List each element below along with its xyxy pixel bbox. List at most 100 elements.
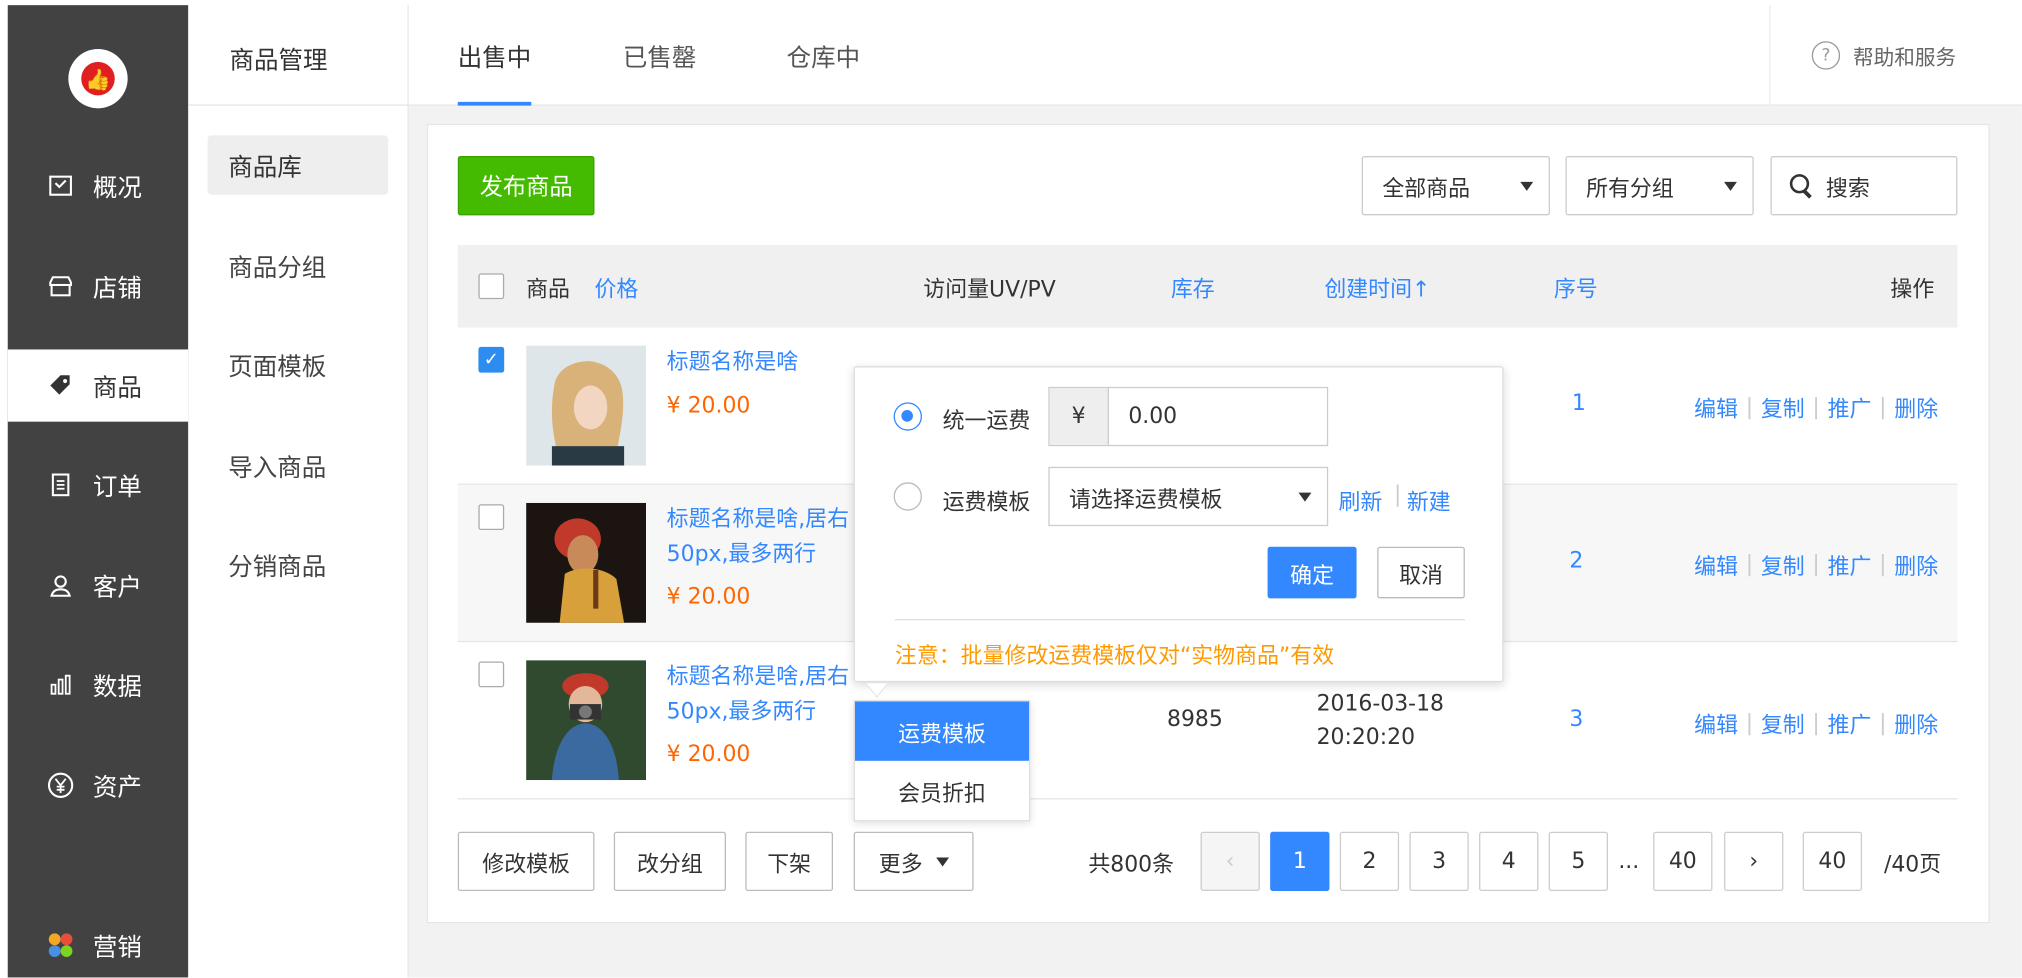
tag-icon xyxy=(46,371,74,399)
page-1-button[interactable]: 1 xyxy=(1270,831,1330,892)
edit-link[interactable]: 编辑 xyxy=(1694,548,1738,580)
publish-product-button[interactable]: 发布商品 xyxy=(457,156,595,216)
logo[interactable]: 👍 xyxy=(68,49,128,109)
product-title[interactable]: 标题名称是啥,居右 50px,最多两行 xyxy=(667,660,873,730)
chart-icon xyxy=(46,671,74,699)
page-3-button[interactable]: 3 xyxy=(1409,831,1469,892)
nav-item-assets[interactable]: 资产 xyxy=(8,749,189,821)
row-checkbox[interactable] xyxy=(478,504,505,530)
filter-group-label: 所有分组 xyxy=(1586,176,1674,202)
shipping-template-select[interactable]: 请选择运费模板 xyxy=(1048,466,1329,527)
template-shipping-radio[interactable] xyxy=(893,482,922,511)
nav-item-overview[interactable]: 概况 xyxy=(8,150,189,222)
delete-link[interactable]: 删除 xyxy=(1894,391,1938,423)
copy-link[interactable]: 复制 xyxy=(1761,391,1805,423)
header-stock[interactable]: 库存 xyxy=(1171,245,1215,328)
title-line: 50px,最多两行 xyxy=(666,541,817,568)
nav-item-orders[interactable]: 订单 xyxy=(8,449,189,521)
page-4-button[interactable]: 4 xyxy=(1479,831,1539,892)
nav-item-products[interactable]: 商品 xyxy=(7,349,189,422)
delete-link[interactable]: 删除 xyxy=(1894,548,1938,580)
help-link[interactable]: ? 帮助和服务 xyxy=(1769,5,2022,106)
table-header: 商品 价格 访问量UV/PV 库存 创建时间↑ 序号 操作 xyxy=(457,245,1958,328)
seq-value[interactable]: 2 xyxy=(1569,548,1583,574)
promote-link[interactable]: 推广 xyxy=(1828,707,1872,739)
nav-item-marketing[interactable]: 营销 xyxy=(8,909,189,977)
promote-link[interactable]: 推广 xyxy=(1828,548,1872,580)
header-price[interactable]: 价格 xyxy=(594,245,638,328)
promote-link[interactable]: 推广 xyxy=(1828,391,1872,423)
nav-item-data[interactable]: 数据 xyxy=(8,649,189,721)
edit-link[interactable]: 编辑 xyxy=(1694,707,1738,739)
more-label: 更多 xyxy=(878,851,923,878)
title-line: 标题名称是啥,居右 xyxy=(666,664,850,690)
nav-item-customers[interactable]: 客户 xyxy=(8,549,189,621)
marketing-icon xyxy=(46,931,74,959)
nav-label: 客户 xyxy=(92,573,142,602)
page-5-button[interactable]: 5 xyxy=(1548,831,1609,892)
product-title[interactable]: 标题名称是啥 xyxy=(667,346,873,381)
unlist-button[interactable]: 下架 xyxy=(745,831,834,892)
subnav-item-groups[interactable]: 商品分组 xyxy=(208,236,389,295)
delete-link[interactable]: 删除 xyxy=(1894,707,1938,739)
template-shipping-label: 运费模板 xyxy=(942,490,1031,516)
confirm-button[interactable]: 确定 xyxy=(1267,546,1357,599)
page-ellipsis: ... xyxy=(1618,848,1640,875)
edit-link[interactable]: 编辑 xyxy=(1694,391,1738,423)
prev-page-button[interactable]: ‹ xyxy=(1200,831,1260,892)
cancel-button[interactable]: 取消 xyxy=(1377,546,1465,599)
more-dropdown-menu: 运费模板 会员折扣 xyxy=(853,700,1031,822)
header-seq[interactable]: 序号 xyxy=(1554,245,1598,328)
row-checkbox[interactable] xyxy=(478,661,505,688)
more-button[interactable]: 更多 xyxy=(853,831,974,892)
nav-item-store[interactable]: 店铺 xyxy=(8,250,189,322)
subnav-item-distribution[interactable]: 分销商品 xyxy=(208,535,389,594)
header-product: 商品 xyxy=(526,276,570,303)
seq-value[interactable]: 3 xyxy=(1569,707,1583,733)
change-group-button[interactable]: 改分组 xyxy=(613,831,726,892)
amount-value: 0.00 xyxy=(1128,403,1178,430)
create-link[interactable]: 新建 xyxy=(1407,484,1451,516)
subnav-item-import[interactable]: 导入商品 xyxy=(208,436,389,495)
header-ops: 操作 xyxy=(1890,276,1935,303)
page-jump-input[interactable]: 40 xyxy=(1802,831,1863,892)
filter-group-select[interactable]: 所有分组 xyxy=(1565,156,1754,216)
caret-down-icon xyxy=(1520,181,1534,191)
search-input[interactable]: 搜索 xyxy=(1770,156,1958,216)
title-line: 50px,最多两行 xyxy=(666,698,817,725)
row-actions: 编辑 | 复制 | 推广 | 删除 xyxy=(1694,548,1938,580)
refresh-link[interactable]: 刷新 xyxy=(1339,484,1383,516)
copy-link[interactable]: 复制 xyxy=(1761,548,1805,580)
nav-label: 店铺 xyxy=(92,274,142,303)
subnav-item-library[interactable]: 商品库 xyxy=(207,135,389,195)
page-last-button[interactable]: 40 xyxy=(1653,831,1713,892)
product-thumbnail[interactable] xyxy=(526,660,647,781)
caret-down-icon xyxy=(1724,181,1737,191)
product-title[interactable]: 标题名称是啥,居右 50px,最多两行 xyxy=(667,503,873,573)
header-created[interactable]: 创建时间↑ xyxy=(1324,245,1430,328)
product-thumbnail[interactable] xyxy=(526,502,647,623)
modify-template-button[interactable]: 修改模板 xyxy=(457,831,595,892)
menu-item-shipping-template[interactable]: 运费模板 xyxy=(854,701,1030,761)
nav-label: 商品 xyxy=(92,373,142,402)
shipping-amount-input[interactable]: ¥ 0.00 xyxy=(1048,386,1329,447)
yen-icon xyxy=(46,771,74,799)
menu-item-member-discount[interactable]: 会员折扣 xyxy=(855,761,1029,820)
row-checkbox[interactable]: ✓ xyxy=(478,346,505,373)
product-thumbnail[interactable] xyxy=(526,345,647,466)
search-icon xyxy=(1789,174,1813,197)
unified-shipping-radio[interactable] xyxy=(893,402,922,431)
tab-on-sale[interactable]: 出售中 xyxy=(457,5,532,106)
page-2-button[interactable]: 2 xyxy=(1339,831,1400,892)
tab-warehouse[interactable]: 仓库中 xyxy=(787,5,861,106)
filter-all-products-select[interactable]: 全部商品 xyxy=(1361,156,1550,216)
title-line: 标题名称是啥,居右 xyxy=(666,506,850,533)
seq-value[interactable]: 1 xyxy=(1572,391,1586,417)
tab-sold-out[interactable]: 已售罄 xyxy=(623,5,697,106)
copy-link[interactable]: 复制 xyxy=(1761,707,1805,739)
filter-all-label: 全部商品 xyxy=(1382,176,1471,202)
next-page-button[interactable]: › xyxy=(1724,831,1784,892)
caret-down-icon xyxy=(935,856,949,866)
select-all-checkbox[interactable] xyxy=(478,273,505,300)
subnav-item-templates[interactable]: 页面模板 xyxy=(208,335,389,394)
